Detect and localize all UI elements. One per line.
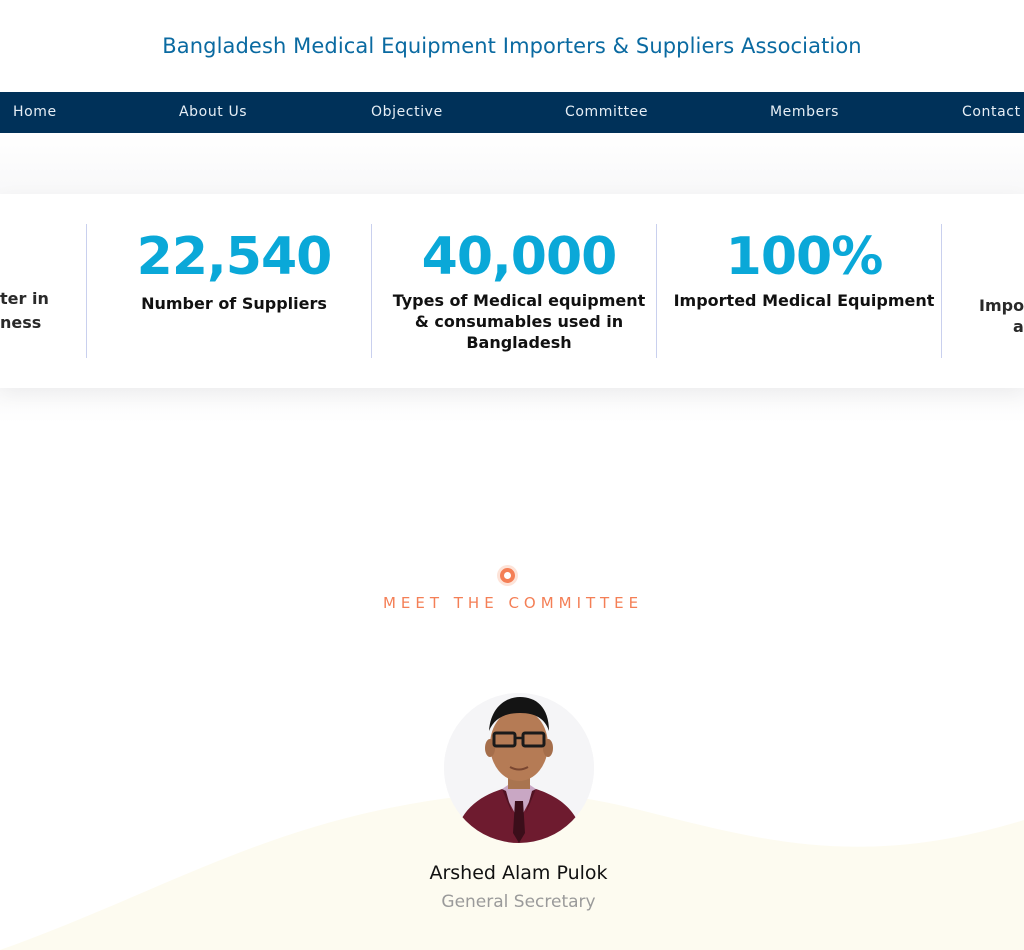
- stat-suppliers: 22,540 Number of Suppliers: [110, 224, 358, 314]
- nav-contact[interactable]: Contact: [962, 92, 1021, 133]
- main-nav: Home About Us Objective Committee Member…: [0, 92, 1024, 133]
- nav-about-us[interactable]: About Us: [179, 92, 247, 133]
- member-name: Arshed Alam Pulok: [429, 862, 608, 884]
- site-title[interactable]: Bangladesh Medical Equipment Importers &…: [162, 34, 861, 58]
- nav-members[interactable]: Members: [770, 92, 839, 133]
- stat-equipment-types: 40,000 Types of Medical equipment & cons…: [392, 224, 646, 353]
- page: Bangladesh Medical Equipment Importers &…: [0, 0, 1024, 950]
- stat-number: 22,540: [136, 227, 333, 287]
- member-role: General Secretary: [441, 892, 596, 912]
- stat-partial-left-line1: ter in: [0, 289, 49, 308]
- nav-committee[interactable]: Committee: [565, 92, 648, 133]
- stat-number: 40,000: [421, 227, 618, 287]
- stat-label: Number of Suppliers: [141, 294, 327, 313]
- stat-divider: [941, 224, 942, 358]
- stat-divider: [656, 224, 657, 358]
- site-header: Bangladesh Medical Equipment Importers &…: [0, 0, 1024, 92]
- section-dot-icon: [500, 568, 515, 583]
- stat-imported: 100% Imported Medical Equipment: [670, 224, 938, 311]
- stats-section: ter in ness 22,540 Number of Suppliers 4…: [0, 194, 1024, 388]
- stat-partial-right-line2: a: [1013, 317, 1024, 336]
- member-avatar[interactable]: [444, 693, 594, 843]
- stat-divider: [86, 224, 87, 358]
- committee-heading: MEET THE COMMITTEE: [382, 594, 644, 612]
- nav-objective[interactable]: Objective: [371, 92, 443, 133]
- stat-label: Types of Medical equipment & consumables…: [392, 291, 646, 352]
- member-portrait: [444, 693, 594, 843]
- stat-divider: [371, 224, 372, 358]
- stat-number: 100%: [725, 227, 884, 287]
- nav-home[interactable]: Home: [13, 92, 57, 133]
- stat-label: Imported Medical Equipment: [673, 291, 935, 310]
- stat-partial-left-line2: ness: [0, 313, 42, 332]
